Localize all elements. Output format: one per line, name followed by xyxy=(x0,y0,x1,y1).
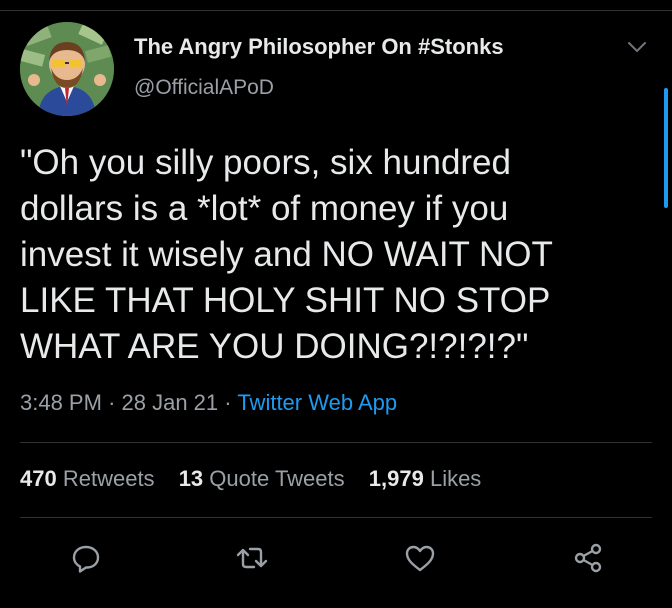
divider xyxy=(20,442,652,443)
top-divider xyxy=(0,0,672,11)
avatar[interactable] xyxy=(20,22,114,116)
likes-count: 1,979 xyxy=(368,466,424,491)
retweet-icon[interactable] xyxy=(234,540,270,576)
source-app-link[interactable]: Twitter Web App xyxy=(237,390,397,415)
divider xyxy=(20,517,652,518)
tweet-actions xyxy=(0,540,672,580)
share-icon[interactable] xyxy=(570,540,606,576)
avatar-image xyxy=(20,22,114,116)
reply-icon[interactable] xyxy=(68,540,104,576)
tweet-text-line: invest it wisely and NO WAIT NOT xyxy=(20,235,553,274)
tweet-text-line: dollars is a *lot* of money if you xyxy=(20,189,509,228)
tweet-time[interactable]: 3:48 PM xyxy=(20,390,102,415)
quote-tweets-count: 13 xyxy=(178,466,204,491)
meta-separator: · xyxy=(108,390,116,415)
user-handle[interactable]: @OfficialAPoD xyxy=(134,76,274,100)
tweet-text-line: LIKE THAT HOLY SHIT NO STOP xyxy=(20,281,551,320)
quote-tweets-stat[interactable]: 13 Quote Tweets xyxy=(179,466,351,491)
tweet-text-line: WHAT ARE YOU DOING?!?!?!?" xyxy=(20,327,529,366)
likes-label: Likes xyxy=(429,466,482,491)
tweet-text: "Oh you silly poors, six hundred dollars… xyxy=(20,140,650,370)
retweets-stat[interactable]: 470 Retweets xyxy=(20,466,161,491)
display-name[interactable]: The Angry Philosopher On #Stonks xyxy=(134,34,504,60)
likes-stat[interactable]: 1,979 Likes xyxy=(369,466,482,491)
meta-separator: · xyxy=(224,390,232,415)
chevron-down-icon[interactable] xyxy=(626,38,648,56)
retweets-count: 470 xyxy=(20,466,57,491)
scrollbar[interactable] xyxy=(664,88,668,208)
tweet-meta: 3:48 PM · 28 Jan 21 · Twitter Web App xyxy=(20,390,397,416)
tweet-text-line: "Oh you silly poors, six hundred xyxy=(20,143,511,182)
heart-icon[interactable] xyxy=(402,540,438,576)
retweets-label: Retweets xyxy=(62,466,155,491)
quote-tweets-label: Quote Tweets xyxy=(209,466,345,491)
tweet-stats: 470 Retweets 13 Quote Tweets 1,979 Likes xyxy=(20,466,499,492)
tweet-date[interactable]: 28 Jan 21 xyxy=(122,390,219,415)
